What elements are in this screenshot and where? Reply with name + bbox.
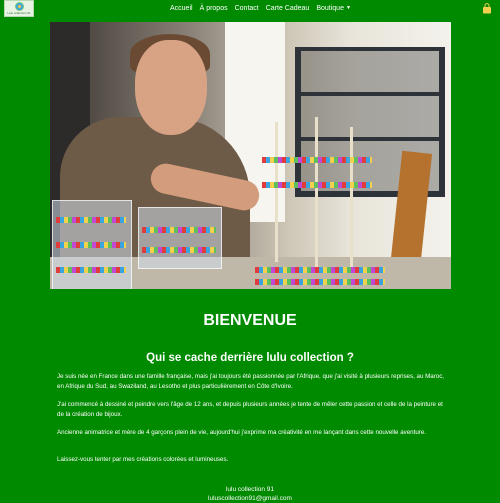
- invitation-paragraph: Laissez-vous tenter par mes créations co…: [57, 456, 229, 463]
- hero-image: [50, 22, 451, 289]
- page-title: BIENVENUE: [203, 312, 297, 329]
- nav-link-boutique: Boutique: [316, 5, 344, 12]
- shopping-bag-icon[interactable]: [482, 3, 492, 14]
- footer: lulu collection 91 luluscollection91@gma…: [0, 485, 500, 503]
- nav-link-carte-cadeau[interactable]: Carte Cadeau: [266, 4, 310, 13]
- mother-paragraph: Ancienne animatrice et mère de 4 garçons…: [57, 429, 427, 436]
- logo-text: Lulu collection 91: [7, 11, 31, 15]
- nav-link-a-propos[interactable]: À propos: [200, 4, 228, 13]
- nav-dropdown-boutique[interactable]: Boutique ▼: [316, 4, 351, 13]
- page-subtitle: Qui se cache derrière lulu collection ?: [146, 352, 354, 364]
- intro-paragraph: Je suis née en France dans une famille f…: [57, 373, 445, 390]
- site-logo[interactable]: Lulu collection 91: [4, 0, 34, 17]
- caret-down-icon: ▼: [345, 5, 351, 11]
- nav-link-accueil[interactable]: Accueil: [170, 4, 193, 13]
- footer-brand: lulu collection 91: [225, 486, 275, 493]
- navbar: Lulu collection 91 Accueil À propos Cont…: [0, 0, 500, 18]
- logo-flower-icon: [14, 2, 24, 11]
- painting-paragraph: J'ai commencé à dessiné et peindre vers …: [57, 401, 443, 418]
- footer-email[interactable]: luluscollection91@gmail.com: [0, 494, 500, 503]
- nav-links: Accueil À propos Contact Carte Cadeau Bo…: [170, 4, 351, 13]
- nav-link-contact[interactable]: Contact: [235, 4, 259, 13]
